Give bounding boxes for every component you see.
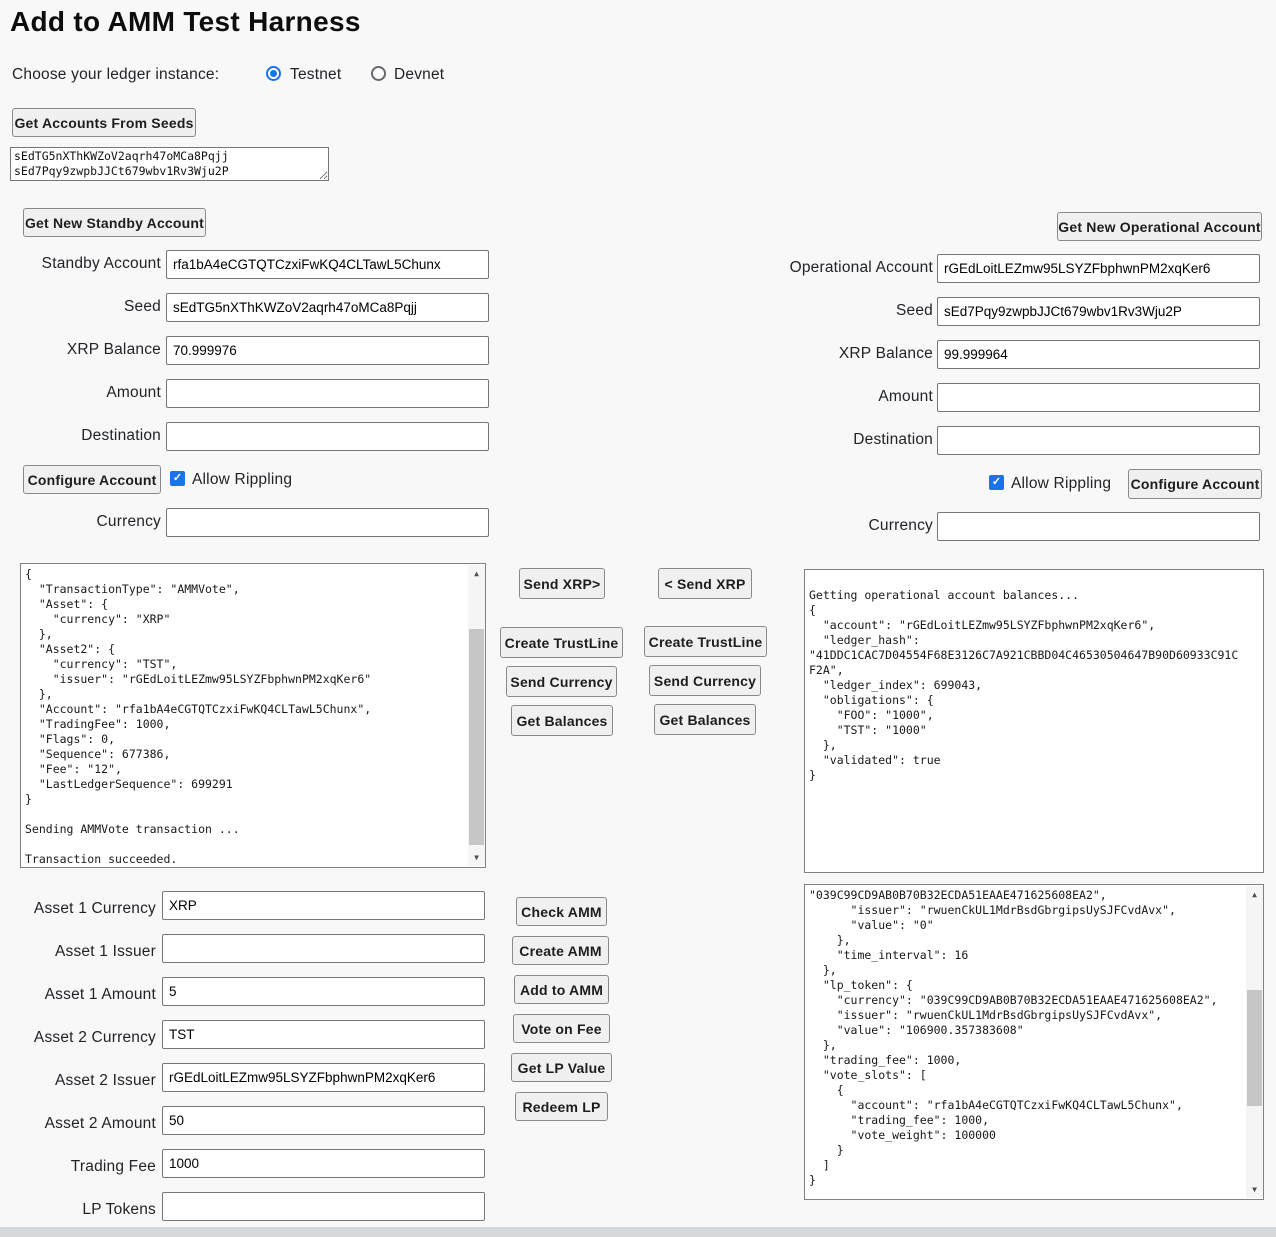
operational-destination-label: Destination	[773, 431, 933, 449]
operational-result-text: Getting operational account balances... …	[809, 573, 1259, 783]
operational-result-console[interactable]: Getting operational account balances... …	[804, 569, 1264, 873]
standby-configure-account-button[interactable]: Configure Account	[23, 465, 161, 494]
trading-fee-input[interactable]	[162, 1149, 485, 1178]
standby-currency-label: Currency	[1, 513, 161, 531]
asset1-currency-label: Asset 1 Currency	[0, 900, 156, 918]
scroll-down-icon[interactable]: ▼	[468, 850, 485, 865]
asset1-amount-input[interactable]	[162, 977, 485, 1006]
testnet-radio[interactable]	[266, 66, 281, 81]
page-title: Add to AMM Test Harness	[10, 6, 361, 38]
scrollbar-thumb[interactable]	[469, 629, 484, 845]
operational-amount-label: Amount	[773, 388, 933, 406]
operational-allow-rippling-label[interactable]: Allow Rippling	[1011, 475, 1111, 493]
operational-amount-input[interactable]	[937, 383, 1260, 412]
send-xrp-to-standby-button[interactable]: < Send XRP	[658, 568, 752, 599]
vote-on-fee-button[interactable]: Vote on Fee	[513, 1014, 610, 1043]
amm-result-scrollbar[interactable]: ▲ ▼	[1246, 886, 1263, 1198]
scroll-up-icon[interactable]: ▲	[1246, 887, 1263, 902]
amm-result-text: "039C99CD9AB0B70B32ECDA51EAAE471625608EA…	[809, 888, 1243, 1188]
testnet-radio-label[interactable]: Testnet	[290, 66, 341, 84]
standby-result-text: { "TransactionType": "AMMVote", "Asset":…	[25, 567, 465, 867]
standby-seed-input[interactable]	[166, 293, 489, 322]
redeem-lp-button[interactable]: Redeem LP	[515, 1092, 608, 1121]
standby-result-scrollbar[interactable]: ▲ ▼	[468, 565, 485, 866]
operational-currency-input[interactable]	[937, 512, 1260, 541]
operational-xrp-balance-label: XRP Balance	[773, 345, 933, 363]
operational-account-input[interactable]	[937, 254, 1260, 283]
standby-seed-label: Seed	[1, 298, 161, 316]
standby-create-trustline-button[interactable]: Create TrustLine	[500, 627, 623, 658]
standby-xrp-balance-input[interactable]	[166, 336, 489, 365]
operational-configure-account-button[interactable]: Configure Account	[1128, 469, 1262, 499]
scroll-up-icon[interactable]: ▲	[468, 566, 485, 581]
standby-send-currency-button[interactable]: Send Currency	[506, 666, 617, 697]
asset2-currency-label: Asset 2 Currency	[0, 1029, 156, 1047]
operational-send-currency-button[interactable]: Send Currency	[649, 665, 761, 696]
standby-amount-input[interactable]	[166, 379, 489, 408]
standby-currency-input[interactable]	[166, 508, 489, 537]
operational-destination-input[interactable]	[937, 426, 1260, 455]
asset2-issuer-label: Asset 2 Issuer	[0, 1072, 156, 1090]
devnet-radio[interactable]	[371, 66, 386, 81]
operational-create-trustline-button[interactable]: Create TrustLine	[644, 626, 767, 657]
operational-seed-input[interactable]	[937, 297, 1260, 326]
check-icon: ✓	[992, 477, 1001, 488]
standby-account-input[interactable]	[166, 250, 489, 279]
check-icon: ✓	[173, 473, 182, 484]
standby-allow-rippling-label[interactable]: Allow Rippling	[192, 471, 292, 489]
check-amm-button[interactable]: Check AMM	[516, 897, 607, 926]
ledger-instance-prompt: Choose your ledger instance:	[12, 66, 219, 84]
get-new-operational-account-button[interactable]: Get New Operational Account	[1057, 212, 1262, 241]
seeds-textarea[interactable]: sEdTG5nXThKWZoV2aqrh47oMCa8Pqjj sEd7Pqy9…	[10, 147, 329, 181]
get-new-standby-account-button[interactable]: Get New Standby Account	[23, 208, 206, 237]
operational-get-balances-button[interactable]: Get Balances	[654, 704, 756, 735]
operational-currency-label: Currency	[773, 517, 933, 535]
asset1-issuer-input[interactable]	[162, 934, 485, 963]
standby-destination-input[interactable]	[166, 422, 489, 451]
add-to-amm-button[interactable]: Add to AMM	[514, 975, 609, 1004]
standby-account-label: Standby Account	[1, 255, 161, 273]
scroll-down-icon[interactable]: ▼	[1246, 1182, 1263, 1197]
standby-destination-label: Destination	[1, 427, 161, 445]
get-accounts-from-seeds-button[interactable]: Get Accounts From Seeds	[12, 108, 196, 137]
asset2-amount-label: Asset 2 Amount	[0, 1115, 156, 1133]
asset2-amount-input[interactable]	[162, 1106, 485, 1135]
asset1-issuer-label: Asset 1 Issuer	[0, 943, 156, 961]
get-lp-value-button[interactable]: Get LP Value	[511, 1053, 612, 1082]
lp-tokens-input[interactable]	[162, 1192, 485, 1221]
operational-xrp-balance-input[interactable]	[937, 340, 1260, 369]
asset2-issuer-input[interactable]	[162, 1063, 485, 1092]
send-xrp-to-operational-button[interactable]: Send XRP>	[519, 568, 605, 599]
scrollbar-thumb[interactable]	[1247, 990, 1262, 1106]
devnet-radio-label[interactable]: Devnet	[394, 66, 444, 84]
bottom-edge-strip	[0, 1227, 1276, 1237]
standby-allow-rippling-checkbox[interactable]: ✓	[170, 471, 185, 486]
standby-xrp-balance-label: XRP Balance	[1, 341, 161, 359]
create-amm-button[interactable]: Create AMM	[512, 936, 609, 965]
operational-account-label: Operational Account	[773, 259, 933, 277]
asset2-currency-input[interactable]	[162, 1020, 485, 1049]
lp-tokens-label: LP Tokens	[0, 1201, 156, 1219]
trading-fee-label: Trading Fee	[0, 1158, 156, 1176]
operational-seed-label: Seed	[773, 302, 933, 320]
standby-result-console[interactable]: { "TransactionType": "AMMVote", "Asset":…	[20, 563, 486, 868]
asset1-currency-input[interactable]	[162, 891, 485, 920]
asset1-amount-label: Asset 1 Amount	[0, 986, 156, 1004]
operational-allow-rippling-checkbox[interactable]: ✓	[989, 475, 1004, 490]
standby-get-balances-button[interactable]: Get Balances	[511, 705, 613, 736]
amm-result-console[interactable]: "039C99CD9AB0B70B32ECDA51EAAE471625608EA…	[804, 884, 1264, 1200]
standby-amount-label: Amount	[1, 384, 161, 402]
